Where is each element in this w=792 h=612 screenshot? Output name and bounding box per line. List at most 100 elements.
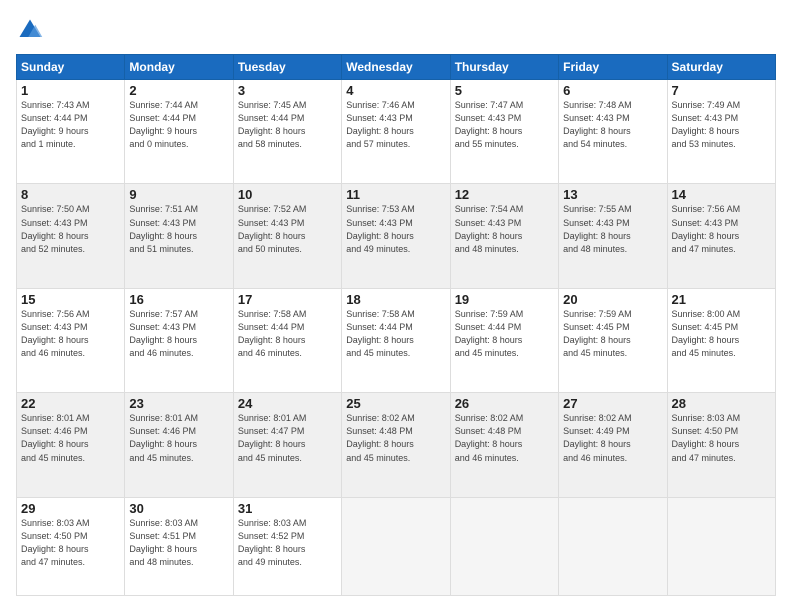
day-info: Sunrise: 7:45 AM Sunset: 4:44 PM Dayligh… xyxy=(238,99,337,151)
day-number: 2 xyxy=(129,83,228,98)
calendar-week-row: 8Sunrise: 7:50 AM Sunset: 4:43 PM Daylig… xyxy=(17,184,776,288)
day-number: 7 xyxy=(672,83,771,98)
calendar-cell: 4Sunrise: 7:46 AM Sunset: 4:43 PM Daylig… xyxy=(342,80,450,184)
day-info: Sunrise: 8:01 AM Sunset: 4:47 PM Dayligh… xyxy=(238,412,337,464)
calendar-cell: 31Sunrise: 8:03 AM Sunset: 4:52 PM Dayli… xyxy=(233,497,341,595)
day-number: 22 xyxy=(21,396,120,411)
day-number: 28 xyxy=(672,396,771,411)
calendar-week-row: 1Sunrise: 7:43 AM Sunset: 4:44 PM Daylig… xyxy=(17,80,776,184)
day-info: Sunrise: 8:01 AM Sunset: 4:46 PM Dayligh… xyxy=(129,412,228,464)
calendar-cell: 8Sunrise: 7:50 AM Sunset: 4:43 PM Daylig… xyxy=(17,184,125,288)
weekday-header: Saturday xyxy=(667,55,775,80)
calendar-cell: 22Sunrise: 8:01 AM Sunset: 4:46 PM Dayli… xyxy=(17,393,125,497)
calendar-table: SundayMondayTuesdayWednesdayThursdayFrid… xyxy=(16,54,776,596)
calendar-cell xyxy=(342,497,450,595)
day-number: 20 xyxy=(563,292,662,307)
calendar-cell xyxy=(559,497,667,595)
calendar-cell: 25Sunrise: 8:02 AM Sunset: 4:48 PM Dayli… xyxy=(342,393,450,497)
day-number: 26 xyxy=(455,396,554,411)
day-info: Sunrise: 8:00 AM Sunset: 4:45 PM Dayligh… xyxy=(672,308,771,360)
day-info: Sunrise: 8:03 AM Sunset: 4:50 PM Dayligh… xyxy=(672,412,771,464)
calendar-cell: 5Sunrise: 7:47 AM Sunset: 4:43 PM Daylig… xyxy=(450,80,558,184)
calendar-week-row: 15Sunrise: 7:56 AM Sunset: 4:43 PM Dayli… xyxy=(17,288,776,392)
calendar-cell: 14Sunrise: 7:56 AM Sunset: 4:43 PM Dayli… xyxy=(667,184,775,288)
day-number: 5 xyxy=(455,83,554,98)
calendar-cell: 3Sunrise: 7:45 AM Sunset: 4:44 PM Daylig… xyxy=(233,80,341,184)
day-number: 14 xyxy=(672,187,771,202)
day-number: 17 xyxy=(238,292,337,307)
day-number: 18 xyxy=(346,292,445,307)
day-number: 27 xyxy=(563,396,662,411)
calendar-body: 1Sunrise: 7:43 AM Sunset: 4:44 PM Daylig… xyxy=(17,80,776,596)
weekday-header: Wednesday xyxy=(342,55,450,80)
calendar-cell: 10Sunrise: 7:52 AM Sunset: 4:43 PM Dayli… xyxy=(233,184,341,288)
weekday-header: Thursday xyxy=(450,55,558,80)
calendar-header-row: SundayMondayTuesdayWednesdayThursdayFrid… xyxy=(17,55,776,80)
day-number: 21 xyxy=(672,292,771,307)
day-number: 30 xyxy=(129,501,228,516)
weekday-header: Sunday xyxy=(17,55,125,80)
calendar-cell: 2Sunrise: 7:44 AM Sunset: 4:44 PM Daylig… xyxy=(125,80,233,184)
calendar-cell: 12Sunrise: 7:54 AM Sunset: 4:43 PM Dayli… xyxy=(450,184,558,288)
day-info: Sunrise: 7:58 AM Sunset: 4:44 PM Dayligh… xyxy=(238,308,337,360)
day-number: 6 xyxy=(563,83,662,98)
day-number: 13 xyxy=(563,187,662,202)
day-info: Sunrise: 7:49 AM Sunset: 4:43 PM Dayligh… xyxy=(672,99,771,151)
day-info: Sunrise: 8:03 AM Sunset: 4:52 PM Dayligh… xyxy=(238,517,337,569)
calendar-week-row: 22Sunrise: 8:01 AM Sunset: 4:46 PM Dayli… xyxy=(17,393,776,497)
calendar-cell: 17Sunrise: 7:58 AM Sunset: 4:44 PM Dayli… xyxy=(233,288,341,392)
calendar-cell: 20Sunrise: 7:59 AM Sunset: 4:45 PM Dayli… xyxy=(559,288,667,392)
calendar-cell xyxy=(450,497,558,595)
day-number: 29 xyxy=(21,501,120,516)
day-info: Sunrise: 8:02 AM Sunset: 4:48 PM Dayligh… xyxy=(455,412,554,464)
day-info: Sunrise: 7:47 AM Sunset: 4:43 PM Dayligh… xyxy=(455,99,554,151)
page: SundayMondayTuesdayWednesdayThursdayFrid… xyxy=(0,0,792,612)
weekday-header: Tuesday xyxy=(233,55,341,80)
weekday-header: Friday xyxy=(559,55,667,80)
day-number: 25 xyxy=(346,396,445,411)
calendar-cell: 28Sunrise: 8:03 AM Sunset: 4:50 PM Dayli… xyxy=(667,393,775,497)
day-info: Sunrise: 8:02 AM Sunset: 4:49 PM Dayligh… xyxy=(563,412,662,464)
day-info: Sunrise: 7:54 AM Sunset: 4:43 PM Dayligh… xyxy=(455,203,554,255)
logo xyxy=(16,16,48,44)
day-info: Sunrise: 7:59 AM Sunset: 4:45 PM Dayligh… xyxy=(563,308,662,360)
calendar-cell: 27Sunrise: 8:02 AM Sunset: 4:49 PM Dayli… xyxy=(559,393,667,497)
day-number: 15 xyxy=(21,292,120,307)
day-info: Sunrise: 7:50 AM Sunset: 4:43 PM Dayligh… xyxy=(21,203,120,255)
calendar-cell: 9Sunrise: 7:51 AM Sunset: 4:43 PM Daylig… xyxy=(125,184,233,288)
day-info: Sunrise: 7:57 AM Sunset: 4:43 PM Dayligh… xyxy=(129,308,228,360)
calendar-cell: 1Sunrise: 7:43 AM Sunset: 4:44 PM Daylig… xyxy=(17,80,125,184)
day-info: Sunrise: 8:03 AM Sunset: 4:50 PM Dayligh… xyxy=(21,517,120,569)
calendar-cell: 6Sunrise: 7:48 AM Sunset: 4:43 PM Daylig… xyxy=(559,80,667,184)
day-number: 23 xyxy=(129,396,228,411)
header xyxy=(16,16,776,44)
day-number: 24 xyxy=(238,396,337,411)
calendar-cell: 30Sunrise: 8:03 AM Sunset: 4:51 PM Dayli… xyxy=(125,497,233,595)
day-number: 1 xyxy=(21,83,120,98)
day-info: Sunrise: 8:01 AM Sunset: 4:46 PM Dayligh… xyxy=(21,412,120,464)
day-info: Sunrise: 7:55 AM Sunset: 4:43 PM Dayligh… xyxy=(563,203,662,255)
calendar-cell: 7Sunrise: 7:49 AM Sunset: 4:43 PM Daylig… xyxy=(667,80,775,184)
day-number: 16 xyxy=(129,292,228,307)
day-info: Sunrise: 7:48 AM Sunset: 4:43 PM Dayligh… xyxy=(563,99,662,151)
calendar-cell: 26Sunrise: 8:02 AM Sunset: 4:48 PM Dayli… xyxy=(450,393,558,497)
day-info: Sunrise: 7:46 AM Sunset: 4:43 PM Dayligh… xyxy=(346,99,445,151)
day-number: 12 xyxy=(455,187,554,202)
day-info: Sunrise: 7:51 AM Sunset: 4:43 PM Dayligh… xyxy=(129,203,228,255)
day-info: Sunrise: 7:43 AM Sunset: 4:44 PM Dayligh… xyxy=(21,99,120,151)
weekday-header: Monday xyxy=(125,55,233,80)
calendar-cell: 24Sunrise: 8:01 AM Sunset: 4:47 PM Dayli… xyxy=(233,393,341,497)
calendar-cell: 23Sunrise: 8:01 AM Sunset: 4:46 PM Dayli… xyxy=(125,393,233,497)
day-info: Sunrise: 7:56 AM Sunset: 4:43 PM Dayligh… xyxy=(21,308,120,360)
calendar-cell: 13Sunrise: 7:55 AM Sunset: 4:43 PM Dayli… xyxy=(559,184,667,288)
day-number: 4 xyxy=(346,83,445,98)
day-info: Sunrise: 7:59 AM Sunset: 4:44 PM Dayligh… xyxy=(455,308,554,360)
calendar-cell: 16Sunrise: 7:57 AM Sunset: 4:43 PM Dayli… xyxy=(125,288,233,392)
calendar-cell xyxy=(667,497,775,595)
calendar-cell: 19Sunrise: 7:59 AM Sunset: 4:44 PM Dayli… xyxy=(450,288,558,392)
calendar-cell: 21Sunrise: 8:00 AM Sunset: 4:45 PM Dayli… xyxy=(667,288,775,392)
day-number: 3 xyxy=(238,83,337,98)
day-info: Sunrise: 7:53 AM Sunset: 4:43 PM Dayligh… xyxy=(346,203,445,255)
day-info: Sunrise: 7:52 AM Sunset: 4:43 PM Dayligh… xyxy=(238,203,337,255)
calendar-cell: 29Sunrise: 8:03 AM Sunset: 4:50 PM Dayli… xyxy=(17,497,125,595)
